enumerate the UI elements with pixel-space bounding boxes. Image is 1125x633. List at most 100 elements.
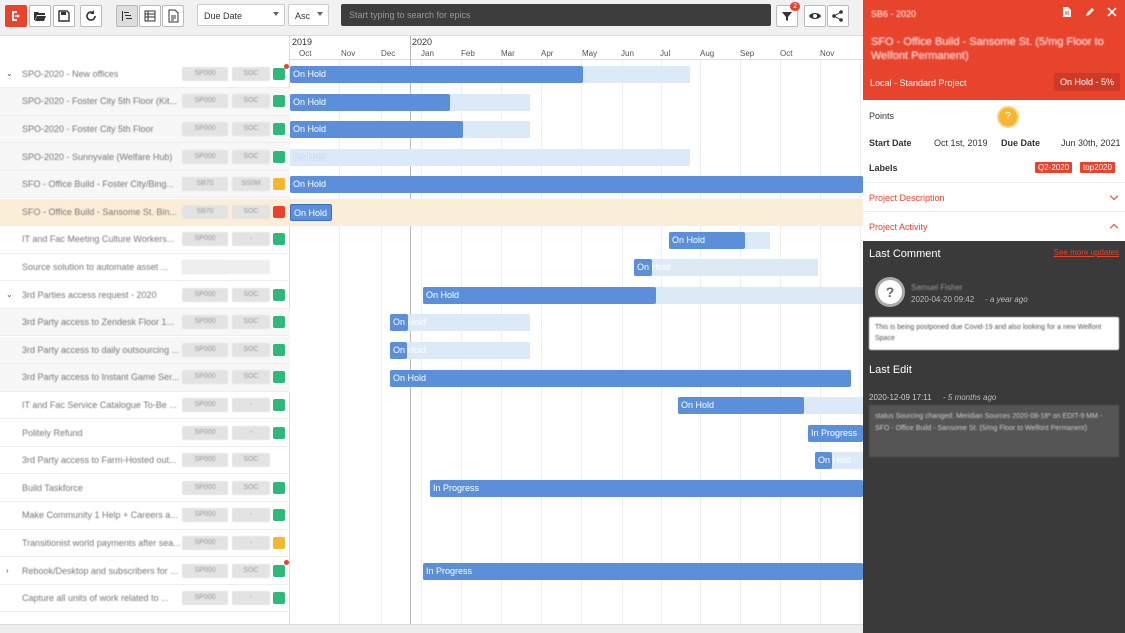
gantt-bar[interactable]: On Hold [390, 369, 851, 387]
epic-title[interactable]: 3rd Party access to Farm-Hosted out... [22, 455, 180, 465]
month-gridline [581, 60, 582, 624]
table-row[interactable]: SFO - Office Build - Sansome St. Bin... S… [0, 198, 290, 227]
start-date-value[interactable]: Oct 1st, 2019 [934, 138, 988, 148]
epic-team: - [232, 508, 270, 523]
epic-title[interactable]: Make Community 1 Help + Careers a... [22, 510, 180, 520]
table-row[interactable]: Source solution to automate asset ...SP0… [0, 254, 290, 282]
view-gantt-button[interactable] [116, 5, 138, 27]
month-label: Nov [341, 49, 356, 58]
close-icon[interactable] [1106, 6, 1118, 18]
sort-field-select[interactable]: Due Date [197, 4, 285, 26]
epic-title[interactable]: Capture all units of work related to ... [22, 593, 180, 603]
epic-title[interactable]: Transitionist world payments after sea..… [22, 538, 180, 548]
share-icon [832, 10, 843, 22]
month-label: Jan [421, 49, 434, 58]
epic-title[interactable]: SPO-2020 - New offices [22, 69, 180, 79]
epic-team: SOC [232, 94, 270, 109]
table-row[interactable]: Make Community 1 Help + Careers a... SP00… [0, 502, 290, 530]
table-row[interactable]: SPO-2020 - Foster City 5th Floor (Kit...… [0, 88, 290, 116]
epic-title[interactable]: Politely Refund [22, 428, 180, 438]
label-tag[interactable]: Q2-2020 [1035, 162, 1073, 173]
avatar: ? [875, 277, 905, 307]
epic-title[interactable]: IT and Fac Service Catalogue To-Be ... [22, 400, 180, 410]
epic-title[interactable]: SPO-2020 - Foster City 5th Floor [22, 124, 180, 134]
table-row[interactable]: ⌄ 3rd Parties access request - 2020 SP000 S… [0, 281, 290, 309]
table-row[interactable]: Politely Refund SP000- [0, 419, 290, 447]
gantt-bar[interactable]: In Progress [430, 480, 863, 497]
horizontal-scrollbar[interactable] [0, 624, 863, 633]
label-tag[interactable]: top2020 [1080, 162, 1115, 173]
status-indicator [273, 592, 285, 605]
table-row[interactable]: 3rd Party access to Instant Game Ser... S… [0, 364, 290, 392]
epic-title[interactable]: 3rd Parties access request - 2020 [22, 290, 180, 300]
gantt-bar[interactable]: In Progress [423, 562, 863, 580]
epic-title[interactable]: 3rd Party access to daily outsourcing ..… [22, 345, 180, 355]
table-row[interactable]: Build Taskforce SP000 SOC [0, 475, 290, 503]
project-activity-toggle[interactable]: Project Activity [863, 211, 1125, 240]
notification-dot [284, 63, 289, 69]
visibility-button[interactable] [804, 5, 826, 27]
edit-icon[interactable] [1084, 6, 1096, 18]
table-row[interactable]: SPO-2020 - Foster City 5th Floor SP000 SOC [0, 115, 290, 144]
filter-button[interactable]: 2 [776, 2, 800, 27]
epic-title[interactable]: IT and Fac Meeting Culture Workers... [22, 234, 180, 244]
epic-title[interactable]: SPO-2020 - Foster City 5th Floor (Kit... [22, 96, 180, 106]
gantt-bar[interactable]: On Hold [390, 314, 426, 332]
gantt-bar[interactable]: On Hold [669, 231, 745, 249]
epic-title[interactable]: 3rd Party access to Instant Game Ser... [22, 372, 180, 382]
gantt-bar[interactable]: On Hold [423, 286, 656, 304]
gantt-bar[interactable]: On Hold [634, 259, 670, 277]
status-badge: On Hold - 5% [1053, 73, 1120, 91]
see-more-updates-link[interactable]: See more updates [1054, 248, 1119, 257]
open-button[interactable] [29, 5, 51, 27]
epic-title[interactable]: SFO - Office Build - Foster City/Bing... [22, 179, 180, 189]
project-description-toggle[interactable]: Project Description [863, 182, 1125, 211]
epic-title[interactable]: SPO-2020 - Sunnyvale (Welfare Hub) [22, 152, 180, 162]
epic-team: - [232, 591, 270, 606]
epic-team: SOC [232, 66, 270, 81]
table-row[interactable]: 3rd Party access to Farm-Hosted out... SP… [0, 447, 290, 475]
gantt-bar[interactable]: On Hold [815, 452, 851, 470]
gantt-bar[interactable]: On Hold [290, 66, 583, 83]
epic-title[interactable]: Source solution to automate asset ... [22, 262, 180, 272]
save-button[interactable] [53, 5, 75, 27]
table-row[interactable]: 3rd Party access to Zendesk Floor 1... SP… [0, 308, 290, 337]
table-row[interactable]: IT and Fac Meeting Culture Workers... SP0… [0, 226, 290, 254]
document-icon[interactable] [1061, 6, 1073, 18]
points-value[interactable]: ? [997, 106, 1019, 128]
search-input[interactable]: Start typing to search for epics [341, 4, 771, 26]
table-row[interactable]: › Rebook/Desktop and subscribers for ... S… [0, 557, 290, 585]
table-row[interactable]: SPO-2020 - Sunnyvale (Welfare Hub) SP000 S… [0, 143, 290, 171]
table-row[interactable]: ⌄ SPO-2020 - New offices SP000 SOC [0, 61, 290, 89]
table-row[interactable]: Transitionist world payments after sea..… [0, 530, 290, 558]
view-report-button[interactable] [162, 5, 184, 27]
share-button[interactable] [827, 5, 849, 27]
gantt-bar[interactable]: On Hold [390, 342, 426, 359]
gantt-bar[interactable]: In Progress [808, 424, 863, 442]
table-row[interactable]: SFO - Office Build - Foster City/Bing...… [0, 170, 290, 199]
gantt-bar[interactable]: On Hold [290, 204, 332, 221]
sort-order-select[interactable]: Asc [288, 4, 329, 26]
chevron-down-icon[interactable]: ⌄ [6, 69, 16, 78]
table-row[interactable]: IT and Fac Service Catalogue To-Be ... SP… [0, 392, 290, 420]
gantt-bar[interactable]: On Hold [678, 397, 804, 415]
chevron-right-icon[interactable]: › [6, 566, 16, 575]
exit-button[interactable] [5, 5, 27, 27]
gantt-bar[interactable]: On Hold [290, 93, 450, 111]
epic-title[interactable]: 3rd Party access to Zendesk Floor 1... [22, 317, 180, 327]
due-date-value[interactable]: Jun 30th, 2021 [1061, 138, 1121, 148]
epic-title[interactable]: Build Taskforce [22, 483, 180, 493]
project-description-label: Project Description [869, 193, 945, 203]
view-table-button[interactable] [139, 5, 161, 27]
chevron-down-icon[interactable]: ⌄ [6, 290, 16, 299]
epic-team: SOC [232, 204, 270, 219]
table-row[interactable]: 3rd Party access to daily outsourcing ..… [0, 336, 290, 365]
epic-title[interactable]: Rebook/Desktop and subscribers for ... [22, 566, 180, 576]
gantt-bar[interactable]: On Hold [290, 149, 330, 166]
epic-title[interactable]: SFO - Office Build - Sansome St. Bin... [22, 207, 180, 217]
gantt-bar[interactable]: On Hold [290, 176, 863, 194]
gantt-bar[interactable]: On Hold [290, 121, 463, 139]
status-indicator [273, 426, 285, 439]
refresh-button[interactable] [80, 5, 102, 27]
table-row[interactable]: Capture all units of work related to ...… [0, 585, 290, 613]
